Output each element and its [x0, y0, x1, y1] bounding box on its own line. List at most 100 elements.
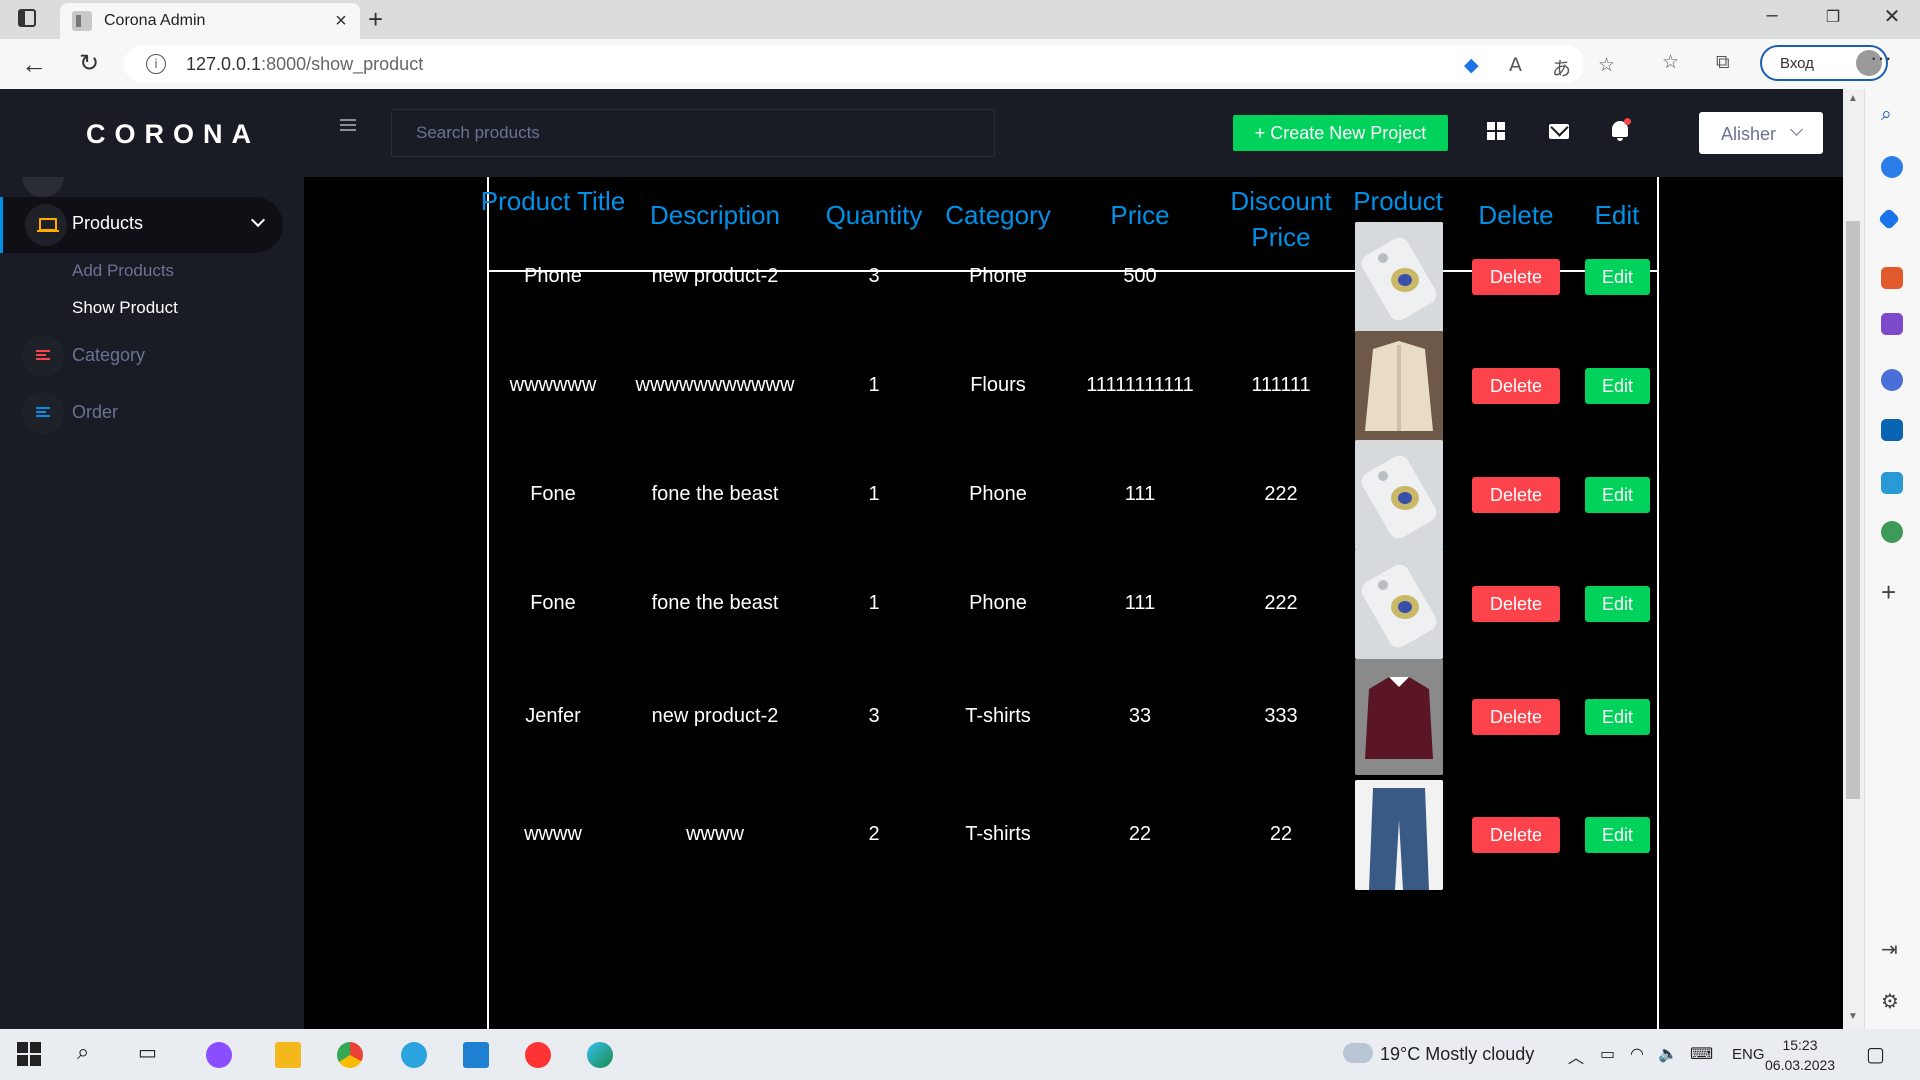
mail-icon[interactable]: [1549, 124, 1569, 139]
tree-icon[interactable]: [1881, 521, 1903, 543]
menu-item-partial[interactable]: [22, 177, 64, 197]
more-menu-icon[interactable]: ···: [1870, 45, 1892, 71]
translate-icon[interactable]: あ: [1552, 54, 1571, 81]
search-input[interactable]: [391, 109, 995, 157]
chrome-icon[interactable]: [337, 1042, 363, 1068]
tray-expand-icon[interactable]: ︿: [1568, 1044, 1584, 1068]
cell-quantity: 2: [868, 823, 880, 845]
page-scrollbar[interactable]: ▲ ▼: [1843, 89, 1864, 1029]
telegram-icon[interactable]: [401, 1042, 427, 1068]
keyboard-icon[interactable]: ⌨: [1690, 1044, 1713, 1063]
product-image-jeans: [1355, 780, 1443, 890]
grid-icon[interactable]: [1487, 122, 1505, 140]
create-project-button[interactable]: + Create New Project: [1233, 115, 1448, 151]
outlook-icon[interactable]: [1881, 419, 1903, 441]
menu-toggle-icon[interactable]: [340, 119, 356, 131]
minimize-icon[interactable]: –: [1752, 4, 1792, 27]
browser-tab[interactable]: Corona Admin ×: [60, 3, 360, 39]
tag-extension-icon[interactable]: ◆: [1464, 54, 1479, 76]
scroll-up-icon[interactable]: ▲: [1848, 93, 1858, 104]
sidebar-item-category[interactable]: Category: [0, 331, 280, 381]
login-label: Вход: [1780, 55, 1814, 72]
sidebar-settings-icon[interactable]: ⚙: [1881, 989, 1899, 1013]
weather-text[interactable]: 19°C Mostly cloudy: [1380, 1044, 1534, 1065]
search-icon[interactable]: ⌕: [77, 1040, 103, 1066]
search-icon[interactable]: ⌕: [1881, 103, 1892, 125]
cell-quantity: 1: [868, 374, 880, 396]
url-field[interactable]: i 127.0.0.1:8000/show_product ◆ A あ ☆: [124, 45, 1615, 83]
delete-button[interactable]: Delete: [1472, 477, 1560, 513]
collections-icon[interactable]: ⧉: [1716, 51, 1730, 73]
language-indicator[interactable]: ENG: [1732, 1046, 1765, 1063]
reload-icon[interactable]: ↻: [72, 49, 106, 78]
cell-description: fone the beast: [651, 483, 779, 505]
wifi-icon[interactable]: ◠: [1630, 1044, 1644, 1063]
delete-button[interactable]: Delete: [1472, 368, 1560, 404]
delete-button[interactable]: Delete: [1472, 586, 1560, 622]
edit-button[interactable]: Edit: [1585, 817, 1650, 853]
scroll-down-icon[interactable]: ▼: [1848, 1011, 1858, 1022]
office-icon[interactable]: [1881, 369, 1903, 391]
profile-login-button[interactable]: Вход: [1760, 45, 1888, 81]
games-icon[interactable]: [1881, 313, 1903, 335]
address-bar-row: ← ↻ i 127.0.0.1:8000/show_product ◆ A あ …: [0, 39, 1920, 89]
battery-icon[interactable]: ▭: [1600, 1044, 1615, 1063]
window-close-icon[interactable]: ✕: [1872, 4, 1912, 29]
hide-sidebar-icon[interactable]: ⇥: [1881, 937, 1898, 961]
scrollbar-thumb[interactable]: [1846, 221, 1860, 799]
delete-button[interactable]: Delete: [1472, 259, 1560, 295]
tab-actions-icon[interactable]: [18, 9, 36, 27]
volume-icon[interactable]: 🔈: [1658, 1044, 1678, 1063]
edge-icon[interactable]: [587, 1042, 613, 1068]
back-icon[interactable]: ←: [17, 49, 51, 80]
sidebar-subitem-show-product[interactable]: Show Product: [72, 298, 178, 318]
add-favorite-icon[interactable]: ☆: [1598, 54, 1615, 76]
edit-button[interactable]: Edit: [1585, 699, 1650, 735]
new-tab-icon[interactable]: +: [368, 4, 383, 35]
edit-button[interactable]: Edit: [1585, 477, 1650, 513]
favorites-icon[interactable]: ☆: [1662, 51, 1679, 73]
sidebar-item-order[interactable]: Order: [0, 388, 280, 438]
alice-icon[interactable]: [206, 1042, 232, 1068]
send-icon[interactable]: [1881, 472, 1903, 494]
cell-price: 33: [1128, 705, 1152, 727]
user-dropdown[interactable]: Alisher: [1699, 112, 1823, 154]
add-sidebar-app-icon[interactable]: +: [1881, 577, 1896, 608]
task-view-icon[interactable]: ▭: [138, 1040, 164, 1066]
yandex-icon[interactable]: [525, 1042, 551, 1068]
cell-title: Phone: [524, 265, 582, 287]
edit-button[interactable]: Edit: [1585, 368, 1650, 404]
clock[interactable]: 15:23 06.03.2023: [1765, 1035, 1835, 1075]
delete-button[interactable]: Delete: [1472, 817, 1560, 853]
notifications-icon[interactable]: ▢: [1866, 1042, 1885, 1066]
top-navbar: + Create New Project Alisher: [304, 89, 1843, 177]
cell-title: wwwwww: [509, 374, 597, 396]
cell-category: Phone: [969, 483, 1027, 505]
products-table: Product Title Description Quantity Category…: [481, 177, 1659, 1029]
edit-button[interactable]: Edit: [1585, 586, 1650, 622]
file-explorer-icon[interactable]: [275, 1042, 301, 1068]
cell-title: Jenfer: [525, 705, 581, 727]
clock-time: 15:23: [1782, 1037, 1818, 1053]
favicon-icon: [72, 11, 92, 31]
shopping-icon[interactable]: [1877, 207, 1901, 231]
sidebar-item-label: Order: [72, 402, 119, 422]
tab-close-icon[interactable]: ×: [328, 10, 354, 33]
edit-button[interactable]: Edit: [1585, 259, 1650, 295]
sidebar-subitem-add-products[interactable]: Add Products: [72, 261, 174, 281]
read-aloud-icon[interactable]: A: [1509, 54, 1522, 76]
sidebar-item-products[interactable]: Products: [0, 197, 283, 253]
site-info-icon[interactable]: i: [146, 54, 166, 74]
brand-logo[interactable]: CORONA: [86, 119, 260, 150]
browser-tab-bar: Corona Admin × + – ❐ ✕: [0, 0, 1920, 39]
restore-icon[interactable]: ❐: [1813, 7, 1853, 27]
windows-start-icon[interactable]: [17, 1042, 43, 1068]
url-text[interactable]: 127.0.0.1:8000/show_product: [186, 54, 423, 75]
product-image-phone: [1355, 440, 1443, 550]
clock-date: 06.03.2023: [1765, 1057, 1836, 1073]
column-header: Discount Price: [1230, 186, 1332, 252]
delete-button[interactable]: Delete: [1472, 699, 1560, 735]
tools-icon[interactable]: [1881, 267, 1903, 289]
bing-icon[interactable]: [1881, 156, 1903, 178]
vscode-icon[interactable]: [463, 1042, 489, 1068]
